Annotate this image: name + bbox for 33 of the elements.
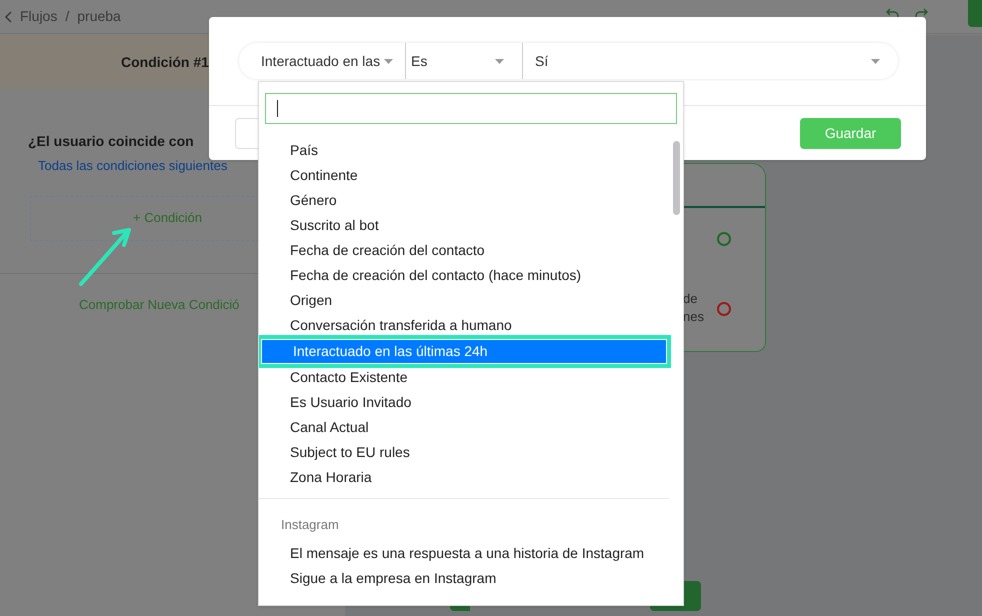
back-icon[interactable]: [4, 10, 12, 22]
breadcrumb-separator: /: [65, 7, 70, 26]
menu-item[interactable]: Origen: [259, 288, 669, 313]
arrow-annotation: [78, 227, 134, 287]
condition-title: Condición #1: [121, 52, 209, 72]
menu-item[interactable]: Conversación transferida a humano: [259, 313, 669, 338]
menu-item[interactable]: País: [259, 138, 669, 163]
menu-item[interactable]: El mensaje es una respuesta a una historia de Instagram: [259, 541, 669, 566]
breadcrumb-current: prueba: [77, 7, 121, 26]
menu-item[interactable]: Fecha de creación del contacto: [259, 238, 669, 263]
menu-item[interactable]: Fecha de creación del contacto (hace minutos): [259, 263, 669, 288]
value-select[interactable]: Sí: [523, 43, 898, 79]
field-select[interactable]: Interactuado en las: [239, 43, 406, 79]
menu-item[interactable]: Interactuado en las últimas 24h: [261, 339, 667, 364]
card-text: de: [683, 290, 698, 308]
caret-icon: [871, 58, 880, 64]
card-text: nes: [683, 308, 704, 326]
group-label: Instagram: [280, 516, 340, 534]
menu-item[interactable]: Subject to EU rules: [259, 440, 669, 465]
menu-item[interactable]: Continente: [259, 163, 669, 188]
scrollbar-thumb[interactable]: [673, 141, 680, 215]
menu-item[interactable]: Canal Actual: [259, 415, 669, 440]
menu-item[interactable]: Zona Horaria: [259, 465, 669, 490]
menu-item[interactable]: Es Usuario Invitado: [259, 390, 669, 415]
caret-icon: [495, 58, 504, 64]
operator-select[interactable]: Es: [406, 43, 523, 79]
menu-item[interactable]: Sigue a la empresa en Instagram: [259, 566, 669, 591]
search-field[interactable]: [265, 93, 677, 124]
true-outcome-icon: [717, 232, 731, 246]
false-outcome-icon: [717, 302, 731, 316]
caret-icon: [384, 58, 394, 64]
match-question: ¿El usuario coincide con: [28, 132, 194, 151]
menu-item[interactable]: Contacto Existente: [259, 365, 669, 390]
